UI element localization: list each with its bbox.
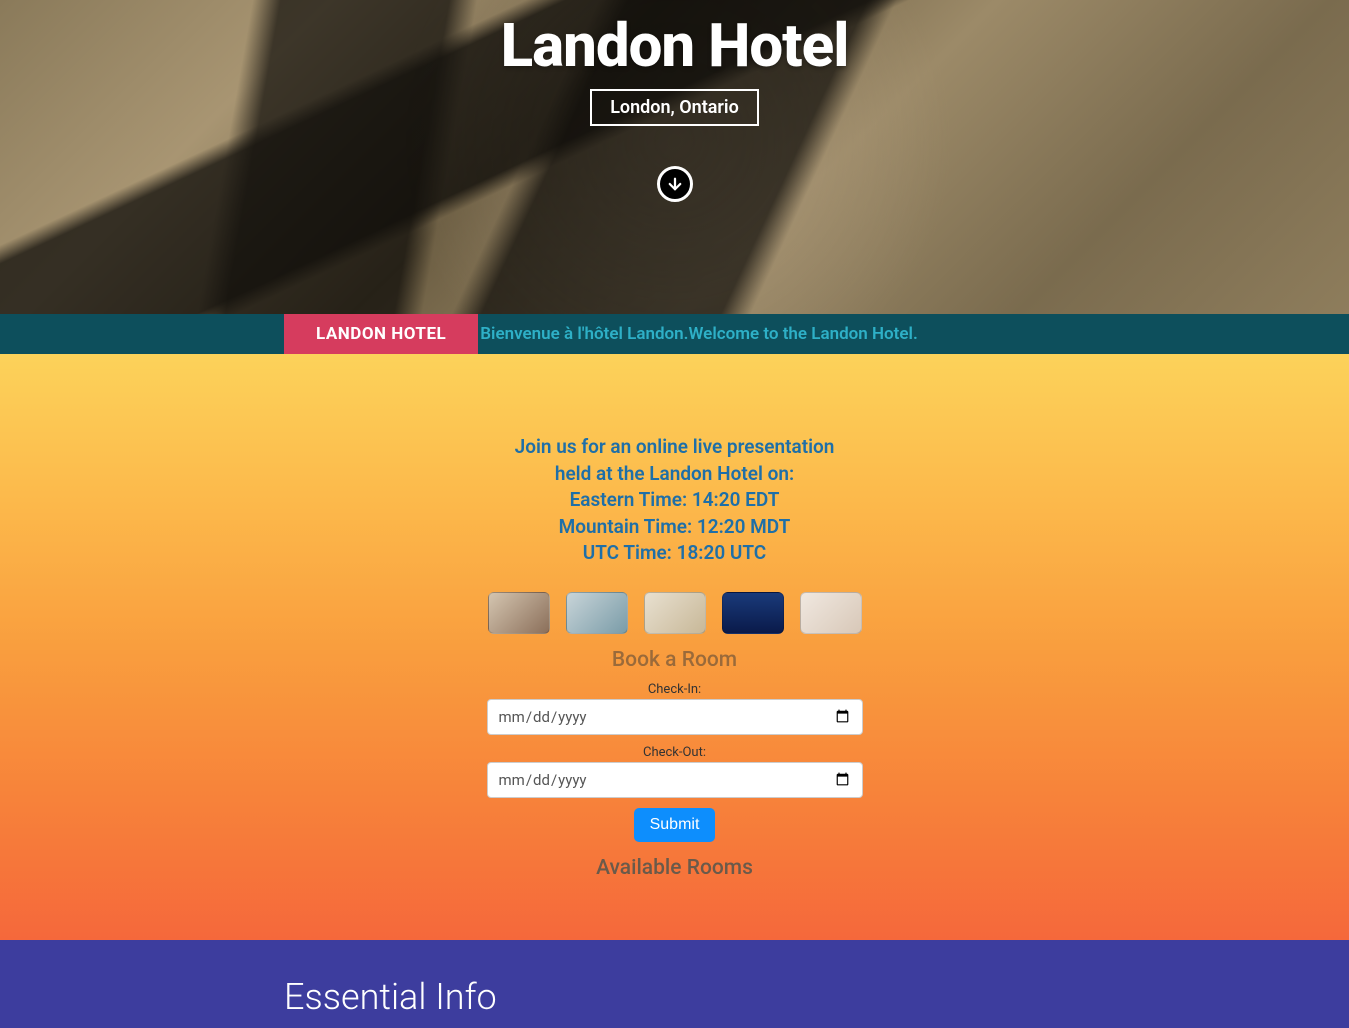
hero-title: Landon Hotel bbox=[0, 10, 1349, 81]
presentation-eastern: Eastern Time: 14:20 EDT bbox=[0, 487, 1349, 514]
footer-section: Essential Info bbox=[0, 940, 1349, 1028]
presentation-line-1: Join us for an online live presentation bbox=[0, 434, 1349, 461]
checkin-label: Check-In: bbox=[0, 682, 1349, 697]
thumbnail-pool[interactable] bbox=[566, 592, 628, 634]
booking-form: Check-In: Check-Out: Submit bbox=[0, 682, 1349, 856]
presentation-info: Join us for an online live presentation … bbox=[0, 434, 1349, 567]
hero-section: Landon Hotel London, Ontario bbox=[0, 0, 1349, 314]
presentation-line-2: held at the Landon Hotel on: bbox=[0, 461, 1349, 488]
main-content: Join us for an online live presentation … bbox=[0, 354, 1349, 940]
thumbnail-room[interactable] bbox=[488, 592, 550, 634]
hero-content: Landon Hotel London, Ontario bbox=[0, 0, 1349, 202]
presentation-mountain: Mountain Time: 12:20 MDT bbox=[0, 514, 1349, 541]
hero-subtitle: London, Ontario bbox=[590, 89, 759, 126]
checkout-input[interactable] bbox=[487, 762, 863, 798]
thumbnail-dining[interactable] bbox=[644, 592, 706, 634]
welcome-en: Welcome to the Landon Hotel. bbox=[689, 324, 918, 344]
presentation-utc: UTC Time: 18:20 UTC bbox=[0, 540, 1349, 567]
checkin-input[interactable] bbox=[487, 699, 863, 735]
thumbnail-services[interactable] bbox=[800, 592, 862, 634]
essential-info-heading: Essential Info bbox=[284, 976, 1349, 1018]
welcome-banner: LANDON HOTEL Bienvenue à l'hôtel Landon.… bbox=[0, 314, 1349, 354]
banner-brand-label: LANDON HOTEL bbox=[284, 314, 478, 354]
checkout-label: Check-Out: bbox=[0, 745, 1349, 760]
scroll-down-icon[interactable] bbox=[657, 166, 693, 202]
welcome-fr: Bienvenue à l'hôtel Landon. bbox=[480, 324, 688, 344]
banner-welcome-text: Bienvenue à l'hôtel Landon.Welcome to th… bbox=[478, 314, 918, 354]
banner-spacer bbox=[0, 314, 284, 354]
submit-button[interactable]: Submit bbox=[634, 808, 716, 842]
book-room-heading: Book a Room bbox=[0, 648, 1349, 672]
available-rooms-heading: Available Rooms bbox=[0, 856, 1349, 880]
thumbnail-cityscape[interactable] bbox=[722, 592, 784, 634]
thumbnail-row bbox=[0, 592, 1349, 634]
